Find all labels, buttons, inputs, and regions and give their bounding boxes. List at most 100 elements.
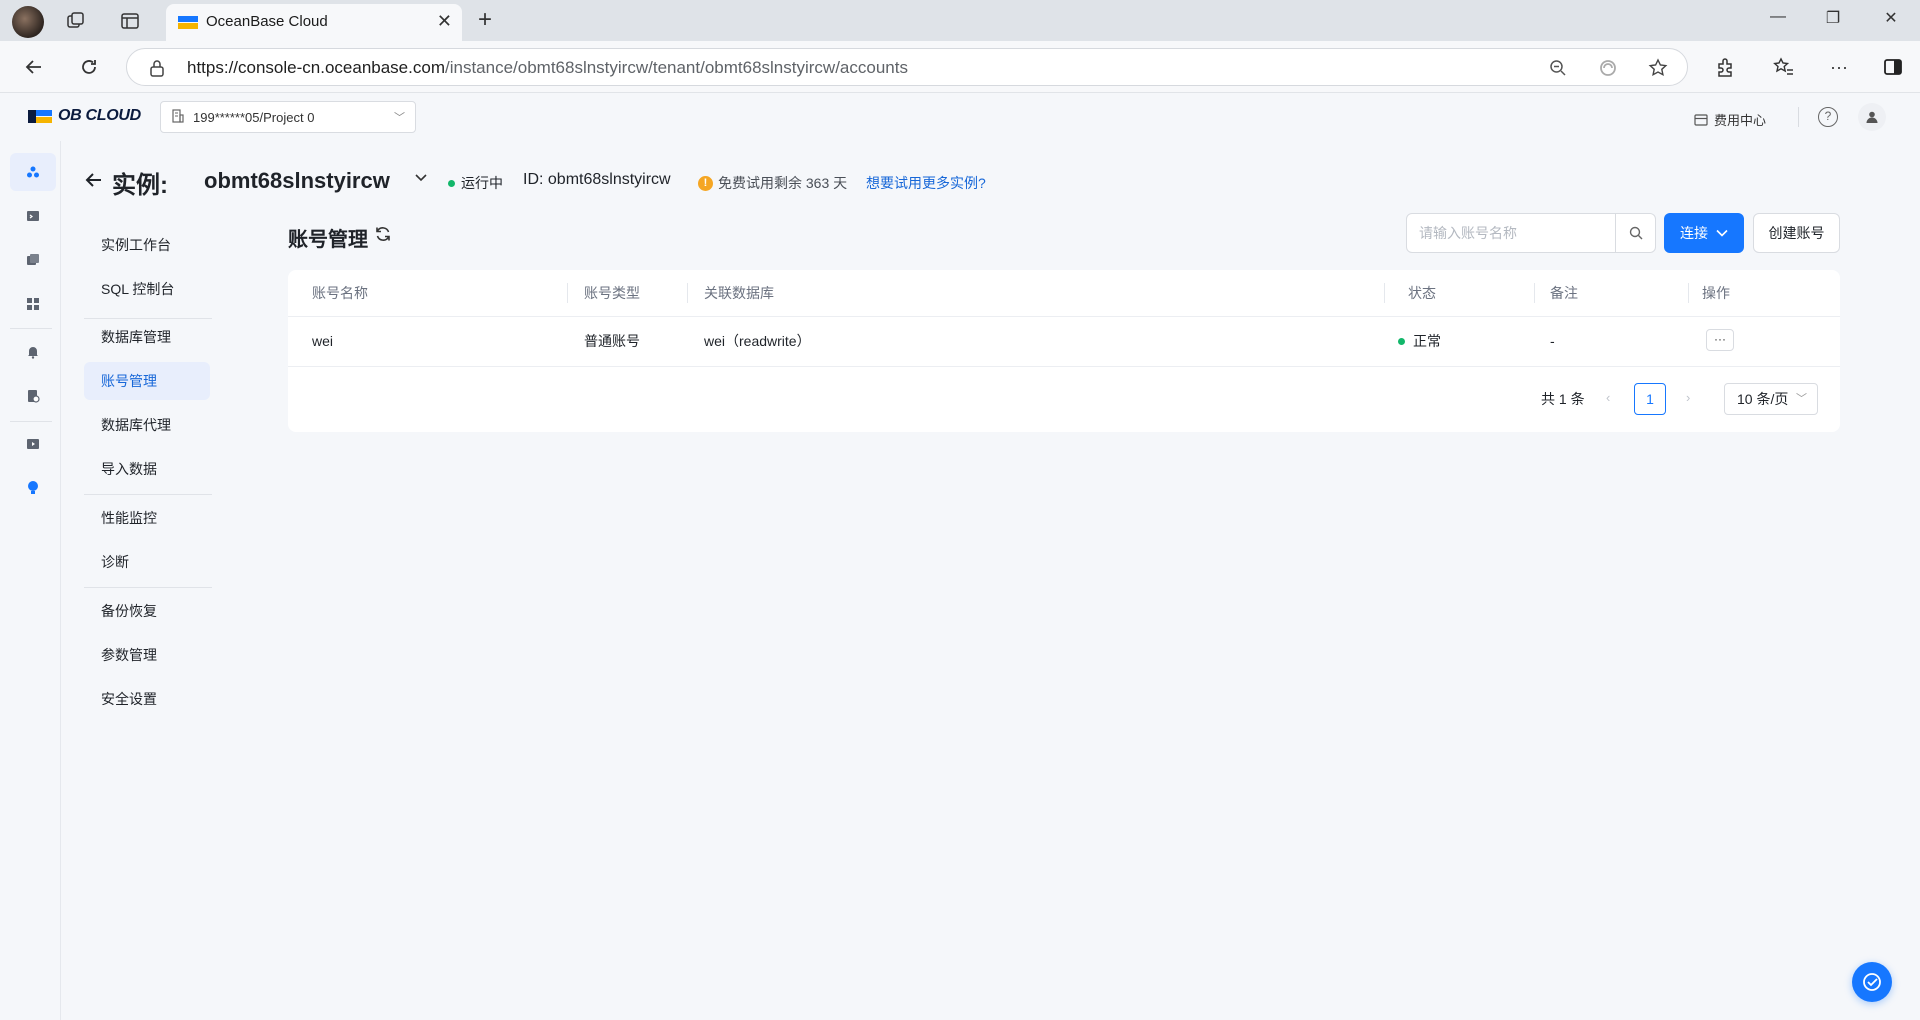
trial-text: 免费试用剩余 363 天	[718, 175, 848, 191]
fee-center-label: 费用中心	[1714, 113, 1767, 128]
close-window-icon[interactable]: ✕	[1876, 8, 1906, 28]
subnav-item-import-data[interactable]: 导入数据	[84, 450, 210, 488]
trial-notice: ! 免费试用剩余 363 天	[698, 173, 847, 193]
user-avatar-icon[interactable]	[1858, 103, 1886, 131]
reload-icon[interactable]	[75, 53, 103, 81]
row-more-actions-button[interactable]: ···	[1706, 329, 1734, 351]
rail-ideas-icon[interactable]	[10, 469, 56, 507]
rail-alerts-icon[interactable]	[10, 333, 56, 371]
lock-icon[interactable]	[149, 59, 165, 77]
next-page-icon[interactable]: ›	[1686, 390, 1690, 405]
page-size-value: 10 条/页	[1737, 391, 1789, 407]
subnav-item-database-proxy[interactable]: 数据库代理	[84, 406, 210, 444]
subnav-item-database-management[interactable]: 数据库管理	[84, 318, 210, 356]
read-aloud-icon[interactable]	[1597, 57, 1619, 79]
prev-page-icon[interactable]: ‹	[1606, 390, 1610, 405]
connect-button[interactable]: 连接	[1664, 213, 1744, 253]
workspaces-icon[interactable]	[62, 8, 90, 34]
address-bar[interactable]: https://console-cn.oceanbase.com/instanc…	[126, 48, 1688, 86]
logo-text: OB CLOUD	[58, 107, 141, 124]
connect-label: 连接	[1680, 225, 1708, 241]
favorites-icon[interactable]	[1771, 54, 1797, 80]
vertical-tabs-icon[interactable]	[116, 8, 144, 34]
page-size-select[interactable]: 10 条/页 ﹀	[1724, 383, 1818, 415]
column-header-account-name: 账号名称	[312, 285, 368, 301]
subnav-item-backup-restore[interactable]: 备份恢复	[84, 592, 210, 630]
cell-status-label: 正常	[1413, 333, 1441, 349]
browser-tab-active[interactable]: OceanBase Cloud ✕	[166, 4, 462, 41]
create-account-button[interactable]: 创建账号	[1753, 213, 1840, 253]
favorite-star-icon[interactable]	[1647, 57, 1669, 79]
column-header-account-type: 账号类型	[584, 285, 640, 301]
subnav-item-diagnosis[interactable]: 诊断	[84, 543, 210, 581]
global-nav-rail	[0, 141, 61, 1020]
column-header-status: 状态	[1408, 285, 1436, 301]
table-divider	[288, 366, 1840, 367]
instance-id: ID: obmt68slnstyircw	[523, 171, 671, 188]
oceanbase-favicon-icon	[178, 16, 198, 29]
project-name: 199******05/Project 0	[193, 109, 315, 125]
cell-note: -	[1550, 333, 1555, 349]
search-button[interactable]	[1615, 214, 1655, 252]
subnav-item-sql-console[interactable]: SQL 控制台	[84, 270, 210, 308]
project-selector[interactable]: 199******05/Project 0 ﹀	[160, 101, 416, 133]
rail-migration-icon[interactable]	[10, 241, 56, 279]
refresh-icon[interactable]	[374, 225, 392, 248]
search-icon	[1629, 226, 1642, 240]
cell-account-type: 普通账号	[584, 333, 640, 349]
instance-name: obmt68slnstyircw	[204, 168, 390, 193]
zoom-icon[interactable]	[1547, 57, 1569, 79]
accounts-table-card: 账号名称 账号类型 关联数据库 状态 备注 操作 wei 普通账号 wei（re…	[288, 270, 1840, 432]
pagination-page[interactable]: 1	[1634, 383, 1666, 415]
rail-divider	[10, 328, 52, 329]
pagination-total: 共 1 条	[1541, 391, 1585, 407]
trial-more-link[interactable]: 想要试用更多实例?	[866, 173, 986, 193]
rail-console-icon[interactable]	[10, 197, 56, 235]
check-circle-icon	[1863, 973, 1881, 991]
instance-switch-chevron-icon[interactable]	[414, 170, 428, 188]
ob-cloud-logo[interactable]: OB CLOUD	[28, 107, 141, 125]
account-search-input[interactable]	[1407, 214, 1617, 252]
rail-audit-icon[interactable]	[10, 377, 56, 415]
column-header-database: 关联数据库	[704, 285, 774, 301]
column-header-actions: 操作	[1702, 285, 1730, 301]
rail-instances-icon[interactable]	[10, 153, 56, 191]
cell-status: 正常	[1374, 316, 1441, 366]
floating-task-button[interactable]	[1852, 962, 1892, 1002]
chevron-down-icon: ﹀	[394, 112, 405, 124]
new-tab-icon[interactable]: +	[478, 6, 492, 34]
cell-account-name: wei	[312, 333, 334, 349]
rail-integration-icon[interactable]	[10, 285, 56, 323]
subnav-divider	[84, 587, 212, 588]
section-title: 账号管理	[288, 229, 368, 251]
url-text[interactable]: https://console-cn.oceanbase.com/instanc…	[187, 58, 908, 78]
extensions-icon[interactable]	[1713, 54, 1739, 80]
account-search	[1406, 213, 1656, 253]
subnav-item-performance-monitor[interactable]: 性能监控	[84, 499, 210, 537]
chevron-down-icon: ﹀	[1796, 393, 1807, 405]
status-dot-icon	[1398, 337, 1405, 345]
app-header: OB CLOUD 199******05/Project 0 ﹀ 费用中心 ?	[0, 93, 1920, 141]
subnav-item-security[interactable]: 安全设置	[84, 680, 210, 718]
fee-center-link[interactable]: 费用中心	[1694, 110, 1766, 129]
subnav-item-workbench[interactable]: 实例工作台	[84, 226, 210, 264]
table-divider	[288, 316, 1840, 317]
subnav-divider	[84, 494, 212, 495]
back-arrow-icon[interactable]	[84, 170, 104, 196]
browser-tabbar: OceanBase Cloud ✕ + — ❐ ✕	[0, 0, 1920, 41]
restore-icon[interactable]: ❐	[1818, 8, 1848, 28]
back-icon[interactable]	[20, 53, 48, 81]
rail-video-icon[interactable]	[10, 425, 56, 463]
minimize-icon[interactable]: —	[1763, 8, 1793, 26]
chevron-down-icon	[1716, 229, 1728, 237]
sidebar-toggle-icon[interactable]	[1880, 54, 1906, 80]
close-tab-icon[interactable]: ✕	[437, 11, 452, 32]
help-icon[interactable]: ?	[1818, 107, 1838, 127]
subnav-item-parameters[interactable]: 参数管理	[84, 636, 210, 674]
cell-database: wei（readwrite）	[704, 333, 811, 349]
tab-title: OceanBase Cloud	[206, 13, 328, 30]
instance-status: 运行中	[448, 173, 503, 193]
subnav-item-account-management[interactable]: 账号管理	[84, 362, 210, 400]
more-menu-icon[interactable]: ···	[1826, 54, 1852, 80]
profile-avatar[interactable]	[12, 6, 44, 38]
